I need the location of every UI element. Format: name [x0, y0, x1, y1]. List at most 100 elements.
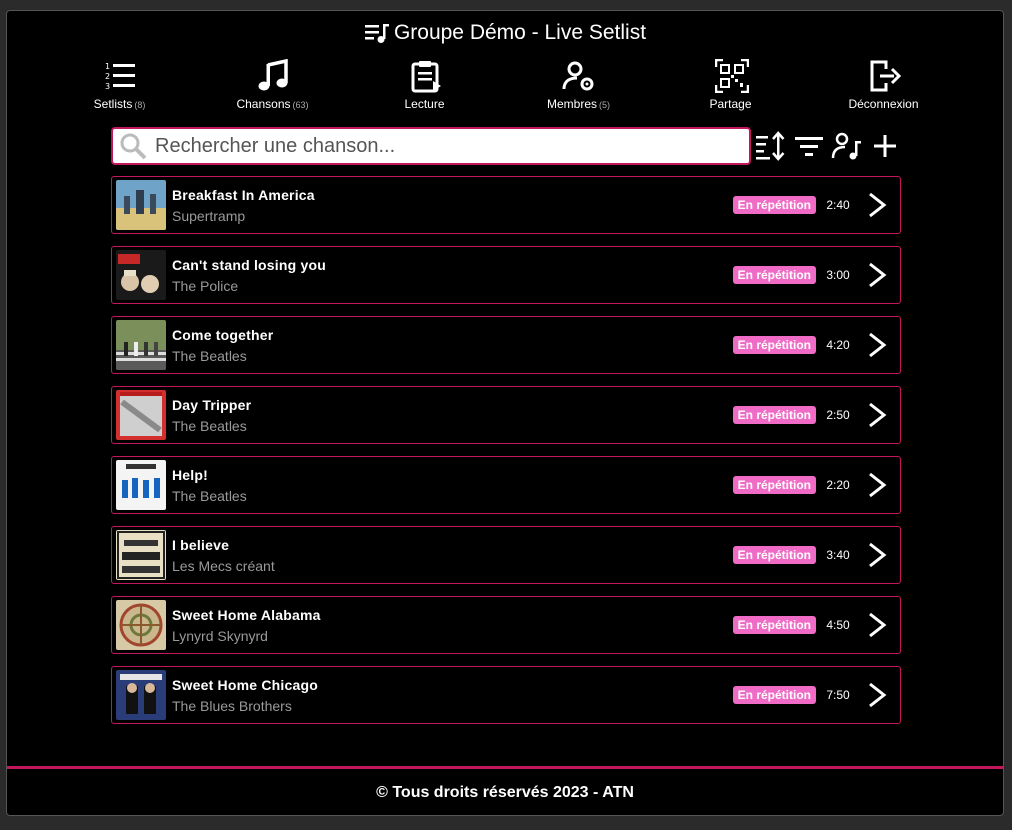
- song-artist: The Beatles: [172, 417, 247, 434]
- search-input[interactable]: [153, 133, 737, 159]
- footer-divider: [7, 766, 1003, 769]
- song-title: I believe: [172, 536, 230, 553]
- song-title: Help!: [172, 466, 208, 483]
- song-duration: 2:20: [826, 478, 850, 492]
- page-title: Groupe Démo - Live Setlist: [7, 21, 1003, 45]
- album-cover: [116, 530, 166, 580]
- album-cover-art: [116, 530, 166, 580]
- song-duration: 2:40: [826, 198, 850, 212]
- page-title-text: Groupe Démo - Live Setlist: [393, 21, 647, 44]
- album-cover-art: [116, 180, 166, 230]
- song-row[interactable]: Day Tripper The Beatles En répétition 2:…: [111, 386, 901, 444]
- album-cover: [116, 390, 166, 440]
- playlist-icon: [364, 24, 389, 43]
- search-row: [111, 127, 901, 165]
- album-cover-art: [116, 460, 166, 510]
- song-title: Can't stand losing you: [172, 256, 326, 273]
- album-cover-art: [116, 670, 166, 720]
- svg-text:1: 1: [105, 62, 110, 71]
- status-badge: En répétition: [732, 616, 816, 634]
- song-title: Sweet Home Chicago: [172, 676, 318, 693]
- album-cover-art: [116, 390, 166, 440]
- nav-deconnexion-label: Déconnexion: [848, 97, 919, 111]
- album-cover: [116, 320, 166, 370]
- song-title: Day Tripper: [172, 396, 252, 413]
- chevron-right-icon[interactable]: [862, 190, 892, 220]
- add-icon[interactable]: [869, 131, 901, 161]
- chevron-right-icon[interactable]: [862, 540, 892, 570]
- album-cover: [116, 180, 166, 230]
- song-row[interactable]: Breakfast In America Supertramp En répét…: [111, 176, 901, 234]
- footer-copyright: © Tous droits réservés 2023 - ATN: [376, 784, 634, 801]
- song-row[interactable]: I believe Les Mecs créant En répétition …: [111, 526, 901, 584]
- chevron-right-icon[interactable]: [862, 680, 892, 710]
- nav-lecture-label: Lecture: [404, 97, 445, 111]
- main-nav: 1 2 3 Setlists (8) Chansons (63) Lecture…: [62, 59, 942, 111]
- nav-membres-label: Membres: [546, 97, 597, 111]
- status-badge: En répétition: [732, 546, 816, 564]
- chevron-right-icon[interactable]: [862, 260, 892, 290]
- nav-setlists-label: Setlists: [93, 97, 133, 111]
- nav-partage[interactable]: Partage: [674, 59, 789, 111]
- user-gear-icon: [562, 61, 593, 91]
- song-title: Breakfast In America: [172, 186, 315, 203]
- clipboard-play-icon: [411, 61, 441, 93]
- nav-lecture[interactable]: Lecture: [368, 59, 483, 111]
- song-row[interactable]: Help! The Beatles En répétition 2:20: [111, 456, 901, 514]
- chevron-right-icon[interactable]: [862, 330, 892, 360]
- album-cover-art: [116, 250, 166, 300]
- nav-partage-label: Partage: [709, 97, 752, 111]
- nav-setlists[interactable]: 1 2 3 Setlists (8): [62, 59, 177, 111]
- nav-chansons-count: (63): [292, 100, 309, 110]
- qr-code-icon: [714, 59, 749, 93]
- song-artist: The Beatles: [172, 347, 247, 364]
- nav-setlists-count: (8): [134, 100, 146, 110]
- chevron-right-icon[interactable]: [862, 610, 892, 640]
- filter-icon[interactable]: [793, 131, 825, 161]
- album-cover-art: [116, 600, 166, 650]
- song-duration: 3:40: [826, 548, 850, 562]
- album-cover: [116, 670, 166, 720]
- nav-deconnexion[interactable]: Déconnexion: [827, 59, 942, 111]
- album-cover: [116, 250, 166, 300]
- nav-membres[interactable]: Membres (5): [521, 59, 636, 111]
- song-duration: 4:50: [826, 618, 850, 632]
- album-cover: [116, 600, 166, 650]
- song-artist: Supertramp: [172, 207, 246, 224]
- song-artist: The Beatles: [172, 487, 247, 504]
- song-row[interactable]: Sweet Home Alabama Lynyrd Skynyrd En rép…: [111, 596, 901, 654]
- user-music-icon[interactable]: [831, 131, 863, 161]
- music-note-icon: [258, 59, 288, 91]
- song-artist: The Blues Brothers: [172, 697, 292, 714]
- song-duration: 7:50: [826, 688, 850, 702]
- chevron-right-icon[interactable]: [862, 400, 892, 430]
- status-badge: En répétition: [732, 476, 816, 494]
- svg-text:2: 2: [105, 72, 110, 81]
- chevron-right-icon[interactable]: [862, 470, 892, 500]
- song-artist: Les Mecs créant: [172, 557, 275, 574]
- status-badge: En répétition: [732, 686, 816, 704]
- status-badge: En répétition: [732, 196, 816, 214]
- sort-icon[interactable]: [755, 131, 787, 161]
- song-artist: The Police: [172, 277, 239, 294]
- song-row[interactable]: Come together The Beatles En répétition …: [111, 316, 901, 374]
- search-icon: [120, 133, 147, 160]
- song-list: Breakfast In America Supertramp En répét…: [111, 176, 901, 736]
- song-duration: 4:20: [826, 338, 850, 352]
- song-duration: 3:00: [826, 268, 850, 282]
- song-title: Come together: [172, 326, 274, 343]
- logout-icon: [870, 60, 901, 92]
- song-duration: 2:50: [826, 408, 850, 422]
- album-cover: [116, 460, 166, 510]
- app-window: Groupe Démo - Live Setlist 1 2 3 Setlist…: [6, 10, 1004, 816]
- status-badge: En répétition: [732, 336, 816, 354]
- nav-chansons[interactable]: Chansons (63): [215, 59, 330, 111]
- search-box[interactable]: [111, 127, 751, 165]
- status-badge: En répétition: [732, 266, 816, 284]
- song-row[interactable]: Can't stand losing you The Police En rép…: [111, 246, 901, 304]
- status-badge: En répétition: [732, 406, 816, 424]
- svg-text:3: 3: [105, 82, 110, 91]
- numbered-list-icon: 1 2 3: [105, 62, 135, 91]
- song-row[interactable]: Sweet Home Chicago The Blues Brothers En…: [111, 666, 901, 724]
- list-tools: [755, 131, 901, 161]
